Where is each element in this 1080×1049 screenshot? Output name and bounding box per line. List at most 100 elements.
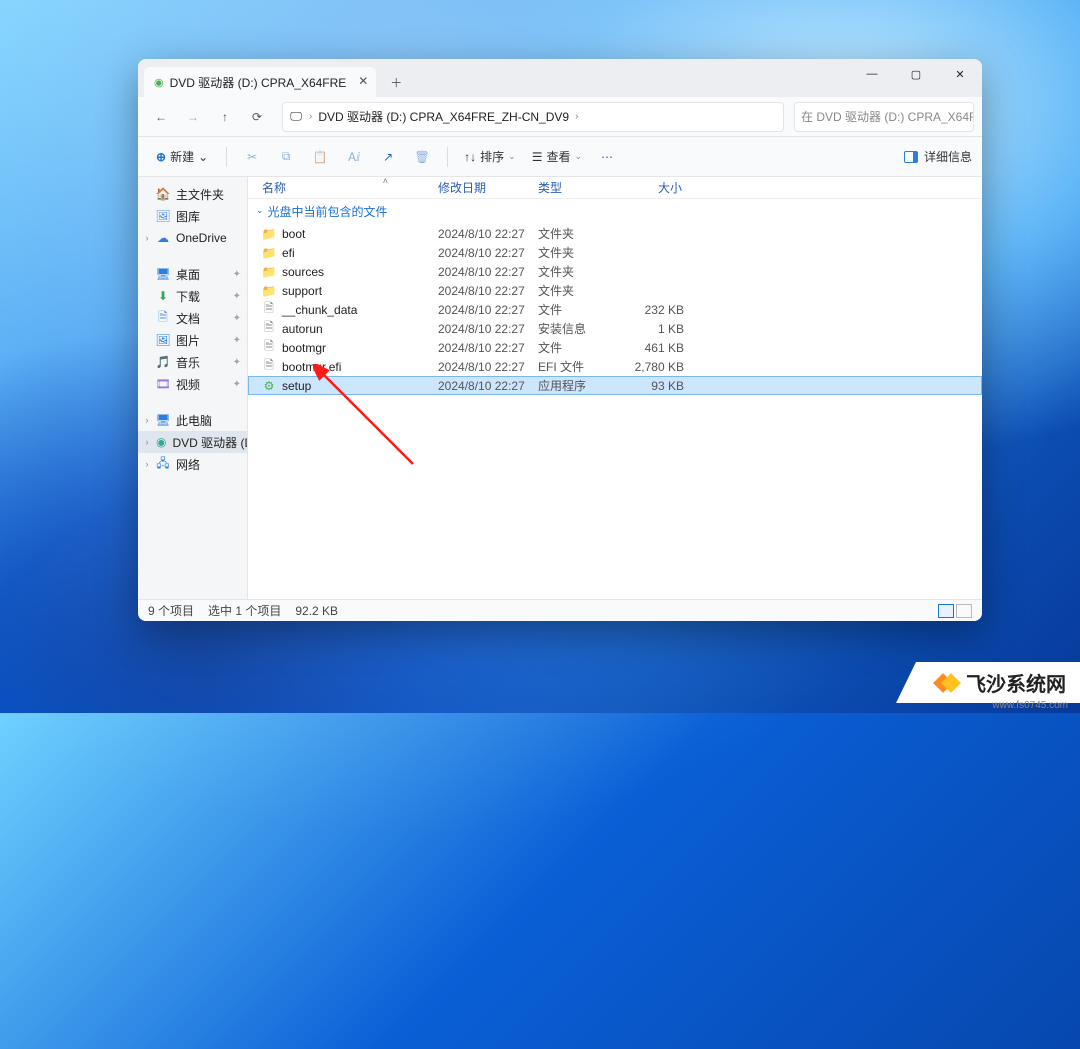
minimize-button[interactable]: — bbox=[850, 59, 894, 89]
share-button[interactable]: ↗ bbox=[373, 142, 403, 172]
status-bar: 9 个项目 选中 1 个项目 92.2 KB bbox=[138, 599, 982, 621]
sidebar-item-label: 图片 bbox=[176, 332, 200, 349]
chevron-down-icon: ⌄ bbox=[508, 151, 516, 162]
pin-icon: ✦ bbox=[233, 269, 241, 280]
window-tab[interactable]: ◉ DVD 驱动器 (D:) CPRA_X64FRE ✕ bbox=[144, 67, 376, 97]
file-row[interactable]: 📁boot2024/8/10 22:27文件夹 bbox=[248, 224, 982, 243]
file-icon: 🗎 bbox=[262, 322, 276, 336]
file-name: setup bbox=[282, 379, 311, 393]
maximize-button[interactable]: ▢ bbox=[894, 59, 938, 89]
pc-icon: 🖥 bbox=[156, 413, 170, 427]
expand-icon[interactable]: › bbox=[142, 437, 152, 447]
group-header[interactable]: ⌄ 光盘中当前包含的文件 bbox=[248, 199, 982, 224]
file-row[interactable]: 🗎__chunk_data2024/8/10 22:27文件232 KB bbox=[248, 300, 982, 319]
gallery-icon: 🖼 bbox=[156, 209, 170, 223]
group-label: 光盘中当前包含的文件 bbox=[268, 203, 388, 220]
file-list[interactable]: ⌄ 光盘中当前包含的文件 📁boot2024/8/10 22:27文件夹📁efi… bbox=[248, 199, 982, 599]
cut-button[interactable]: ✂ bbox=[237, 142, 267, 172]
sidebar-item-gallery[interactable]: 🖼 图库 bbox=[138, 205, 247, 227]
nav-forward-button[interactable]: → bbox=[178, 102, 208, 132]
view-details-button[interactable] bbox=[938, 604, 954, 618]
pin-icon: ✦ bbox=[233, 357, 241, 368]
column-name-label: 名称 bbox=[262, 181, 286, 195]
sidebar-item-label: 音乐 bbox=[176, 354, 200, 371]
details-pane-toggle[interactable]: 详细信息 bbox=[904, 148, 972, 165]
details-label: 详细信息 bbox=[924, 148, 972, 165]
file-type: 文件夹 bbox=[538, 244, 620, 261]
expand-icon[interactable]: › bbox=[142, 415, 152, 425]
chevron-down-icon: ⌄ bbox=[198, 150, 208, 164]
rename-button[interactable]: Aⅈ bbox=[339, 142, 369, 172]
video-icon: 🎞 bbox=[156, 377, 170, 391]
new-button[interactable]: ⊕ 新建 ⌄ bbox=[148, 144, 216, 169]
pin-icon: ✦ bbox=[233, 335, 241, 346]
file-date: 2024/8/10 22:27 bbox=[438, 303, 538, 317]
sidebar-item-downloads[interactable]: ⬇ 下载 ✦ bbox=[138, 285, 247, 307]
expand-icon[interactable]: › bbox=[142, 233, 152, 243]
nav-refresh-button[interactable]: ⟳ bbox=[242, 102, 272, 132]
folder-icon: 📁 bbox=[262, 284, 276, 298]
paste-button[interactable]: 📋 bbox=[305, 142, 335, 172]
column-headers: 名称 ˄ 修改日期 类型 大小 bbox=[248, 177, 982, 199]
folder-icon: 📁 bbox=[262, 265, 276, 279]
sidebar-item-label: 桌面 bbox=[176, 266, 200, 283]
sidebar-item-thispc[interactable]: › 🖥 此电脑 bbox=[138, 409, 247, 431]
sidebar-item-network[interactable]: › 🖧 网络 bbox=[138, 453, 247, 475]
chevron-right-icon: › bbox=[307, 111, 314, 122]
column-type-label: 类型 bbox=[538, 181, 562, 195]
status-item-count: 9 个项目 bbox=[148, 602, 194, 619]
file-row[interactable]: 📁efi2024/8/10 22:27文件夹 bbox=[248, 243, 982, 262]
sidebar-item-onedrive[interactable]: › ☁ OneDrive bbox=[138, 227, 247, 249]
sidebar-item-home[interactable]: 🏠 主文件夹 bbox=[138, 183, 247, 205]
column-size-label: 大小 bbox=[658, 181, 682, 195]
sidebar-item-desktop[interactable]: 🖥 桌面 ✦ bbox=[138, 263, 247, 285]
sort-button[interactable]: ↑↓ 排序 ⌄ bbox=[458, 144, 522, 169]
sidebar-item-dvd-drive[interactable]: › ◉ DVD 驱动器 (D:) C bbox=[138, 431, 247, 453]
explorer-window: ◉ DVD 驱动器 (D:) CPRA_X64FRE ✕ ＋ — ▢ ✕ ← →… bbox=[138, 59, 982, 621]
window-controls: — ▢ ✕ bbox=[850, 59, 982, 89]
tab-close-icon[interactable]: ✕ bbox=[358, 74, 368, 88]
sidebar-item-label: 此电脑 bbox=[176, 412, 212, 429]
file-size: 93 KB bbox=[620, 379, 690, 393]
pin-icon: ✦ bbox=[233, 313, 241, 324]
file-type: 文件夹 bbox=[538, 225, 620, 242]
home-icon: 🏠 bbox=[156, 187, 170, 201]
column-name[interactable]: 名称 ˄ bbox=[262, 179, 438, 196]
chevron-down-icon: ⌄ bbox=[574, 151, 582, 162]
new-tab-button[interactable]: ＋ bbox=[382, 68, 410, 96]
sidebar-item-pictures[interactable]: 🖼 图片 ✦ bbox=[138, 329, 247, 351]
sidebar-item-videos[interactable]: 🎞 视频 ✦ bbox=[138, 373, 247, 395]
sidebar-item-music[interactable]: 🎵 音乐 ✦ bbox=[138, 351, 247, 373]
window-close-button[interactable]: ✕ bbox=[938, 59, 982, 89]
nav-up-button[interactable]: ↑ bbox=[210, 102, 240, 132]
file-type: 安装信息 bbox=[538, 320, 620, 337]
delete-button[interactable]: 🗑 bbox=[407, 142, 437, 172]
view-thumbnails-button[interactable] bbox=[956, 604, 972, 618]
column-type[interactable]: 类型 bbox=[538, 179, 620, 196]
column-date[interactable]: 修改日期 bbox=[438, 179, 538, 196]
file-row[interactable]: 🗎bootmgr.efi2024/8/10 22:27EFI 文件2,780 K… bbox=[248, 357, 982, 376]
file-row[interactable]: 📁sources2024/8/10 22:27文件夹 bbox=[248, 262, 982, 281]
file-row[interactable]: 🗎autorun2024/8/10 22:27安装信息1 KB bbox=[248, 319, 982, 338]
nav-back-button[interactable]: ← bbox=[146, 102, 176, 132]
expand-icon[interactable]: › bbox=[142, 459, 152, 469]
file-row[interactable]: ⚙setup2024/8/10 22:27应用程序93 KB bbox=[248, 376, 982, 395]
view-button[interactable]: ☰ 查看 ⌄ bbox=[526, 144, 588, 169]
file-date: 2024/8/10 22:27 bbox=[438, 265, 538, 279]
file-row[interactable]: 🗎bootmgr2024/8/10 22:27文件461 KB bbox=[248, 338, 982, 357]
watermark-badge: 飞沙系统网 bbox=[896, 662, 1080, 703]
column-size[interactable]: 大小 bbox=[620, 179, 690, 196]
details-pane-icon bbox=[904, 151, 918, 163]
more-button[interactable]: ⋯ bbox=[592, 142, 622, 172]
file-row[interactable]: 📁support2024/8/10 22:27文件夹 bbox=[248, 281, 982, 300]
folder-icon: 📁 bbox=[262, 227, 276, 241]
pin-icon: ✦ bbox=[233, 291, 241, 302]
search-box[interactable]: 在 DVD 驱动器 (D:) CPRA_X64FRE_ZH 🔍 bbox=[794, 102, 974, 132]
disc-icon: ◉ bbox=[156, 435, 166, 449]
file-date: 2024/8/10 22:27 bbox=[438, 322, 538, 336]
pin-icon: ✦ bbox=[233, 379, 241, 390]
address-segment[interactable]: DVD 驱动器 (D:) CPRA_X64FRE_ZH-CN_DV9 bbox=[318, 108, 569, 125]
copy-button[interactable]: ⧉ bbox=[271, 142, 301, 172]
sidebar-item-documents[interactable]: 🗎 文档 ✦ bbox=[138, 307, 247, 329]
address-bar[interactable]: 🖵 › DVD 驱动器 (D:) CPRA_X64FRE_ZH-CN_DV9 › bbox=[282, 102, 784, 132]
